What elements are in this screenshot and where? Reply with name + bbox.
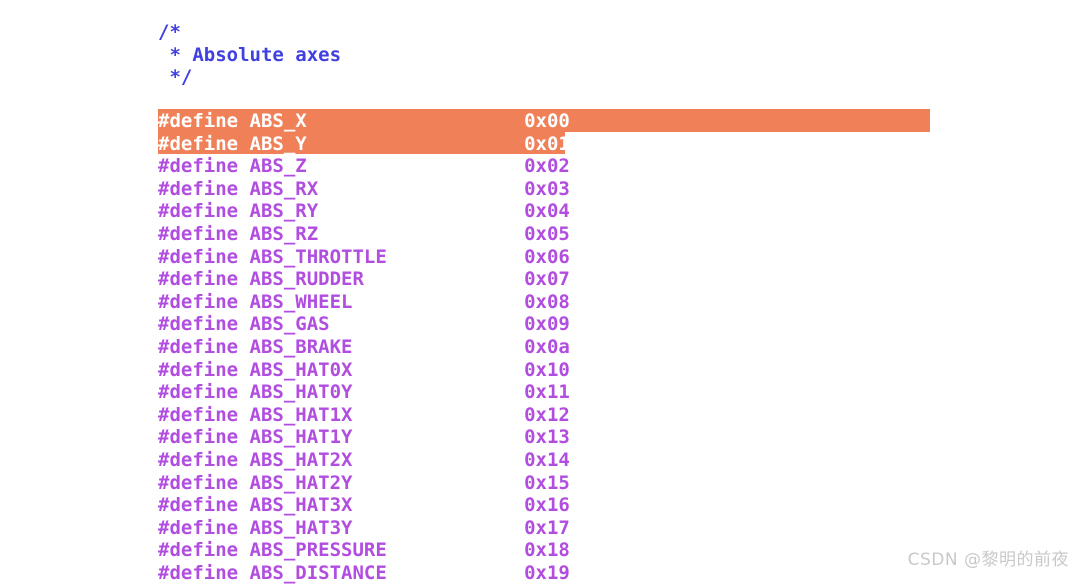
define-name: ABS_RY [249, 200, 319, 223]
define-name: ABS_Y [249, 132, 307, 155]
define-keyword: #define [158, 426, 239, 449]
define-value: 0x18 [524, 539, 570, 562]
define-name: ABS_THROTTLE [249, 245, 387, 268]
define-keyword: #define [158, 177, 239, 200]
define-name: ABS_WHEEL [249, 290, 353, 313]
define-keyword: #define [158, 132, 239, 155]
define-row[interactable]: #define ABS_HAT1Y 0x13 [158, 426, 570, 449]
define-keyword: #define [158, 494, 239, 517]
define-keyword: #define [158, 268, 239, 291]
define-name: ABS_HAT2X [249, 449, 353, 471]
define-name: ABS_BRAKE [249, 336, 353, 358]
define-value: 0x04 [524, 200, 570, 223]
define-value: 0x16 [524, 494, 570, 517]
define-name: ABS_X [249, 110, 307, 132]
define-name: ABS_HAT1X [249, 403, 353, 426]
define-name: ABS_RUDDER [249, 268, 364, 291]
define-row[interactable]: #define ABS_RUDDER 0x07 [158, 268, 570, 291]
define-value: 0x14 [524, 449, 570, 471]
define-keyword: #define [158, 449, 239, 471]
define-row[interactable]: #define ABS_HAT2X 0x14 [158, 449, 570, 472]
define-keyword: #define [158, 516, 239, 539]
define-value: 0x10 [524, 358, 570, 381]
define-keyword: #define [158, 245, 239, 268]
define-row[interactable]: #define ABS_Y 0x01 [158, 133, 570, 156]
csdn-watermark: CSDN @黎明的前夜 [907, 550, 1069, 570]
define-name: ABS_HAT0Y [249, 381, 353, 404]
define-keyword: #define [158, 223, 239, 245]
define-name: ABS_HAT3Y [249, 516, 353, 539]
define-keyword: #define [158, 358, 239, 381]
comment-line: /* [158, 21, 181, 43]
define-value: 0x0a [524, 336, 570, 358]
define-keyword: #define [158, 110, 239, 132]
define-row[interactable]: #define ABS_PRESSURE 0x18 [158, 539, 570, 562]
define-row[interactable]: #define ABS_RY 0x04 [158, 200, 570, 223]
define-row[interactable]: #define ABS_X 0x00 [158, 110, 570, 133]
define-value: 0x09 [524, 313, 570, 336]
define-keyword: #define [158, 155, 239, 178]
define-row[interactable]: #define ABS_BRAKE 0x0a [158, 336, 570, 359]
define-name: ABS_HAT2Y [249, 471, 353, 494]
define-keyword: #define [158, 471, 239, 494]
code-listing[interactable]: /* * Absolute axes */#define ABS_X 0x00 #… [0, 0, 1079, 584]
define-name: ABS_RX [249, 177, 319, 200]
define-keyword: #define [158, 539, 239, 562]
define-keyword: #define [158, 313, 239, 336]
define-row[interactable]: #define ABS_THROTTLE 0x06 [158, 246, 570, 269]
define-keyword: #define [158, 336, 239, 358]
define-keyword: #define [158, 381, 239, 404]
define-row[interactable]: #define ABS_HAT2Y 0x15 [158, 472, 570, 495]
define-row[interactable]: #define ABS_RZ 0x05 [158, 223, 570, 246]
define-name: ABS_HAT0X [249, 358, 353, 381]
define-row[interactable]: #define ABS_DISTANCE 0x19 [158, 562, 570, 585]
define-keyword: #define [158, 403, 239, 426]
define-name: ABS_PRESSURE [249, 539, 387, 562]
define-name: ABS_DISTANCE [249, 562, 387, 584]
define-row[interactable]: #define ABS_HAT3X 0x16 [158, 494, 570, 517]
define-keyword: #define [158, 290, 239, 313]
define-name: ABS_GAS [249, 313, 330, 336]
define-row[interactable]: #define ABS_HAT1X 0x12 [158, 404, 570, 427]
define-row[interactable]: #define ABS_GAS 0x09 [158, 313, 570, 336]
define-value: 0x01 [524, 132, 570, 155]
define-row[interactable]: #define ABS_Z 0x02 [158, 155, 570, 178]
define-value: 0x02 [524, 155, 570, 178]
define-name: ABS_Z [249, 155, 307, 178]
define-value: 0x19 [524, 562, 570, 584]
define-name: ABS_HAT3X [249, 494, 353, 517]
define-value: 0x03 [524, 177, 570, 200]
define-keyword: #define [158, 200, 239, 223]
define-value: 0x12 [524, 403, 570, 426]
define-value: 0x08 [524, 290, 570, 313]
define-value: 0x11 [524, 381, 570, 404]
define-row[interactable]: #define ABS_HAT0X 0x10 [158, 359, 570, 382]
define-row[interactable]: #define ABS_HAT3Y 0x17 [158, 517, 570, 540]
define-value: 0x17 [524, 516, 570, 539]
comment-line: */ [158, 66, 193, 89]
define-name: ABS_HAT1Y [249, 426, 353, 449]
define-value: 0x00 [524, 110, 570, 132]
define-row[interactable]: #define ABS_HAT0Y 0x11 [158, 381, 570, 404]
comment-line: * Absolute axes [158, 43, 342, 66]
define-row[interactable]: #define ABS_RX 0x03 [158, 178, 570, 201]
define-keyword: #define [158, 562, 239, 584]
define-row[interactable]: #define ABS_WHEEL 0x08 [158, 291, 570, 314]
define-value: 0x07 [524, 268, 570, 291]
define-value: 0x05 [524, 223, 570, 245]
define-value: 0x15 [524, 471, 570, 494]
define-value: 0x06 [524, 245, 570, 268]
define-value: 0x13 [524, 426, 570, 449]
define-name: ABS_RZ [249, 223, 319, 245]
